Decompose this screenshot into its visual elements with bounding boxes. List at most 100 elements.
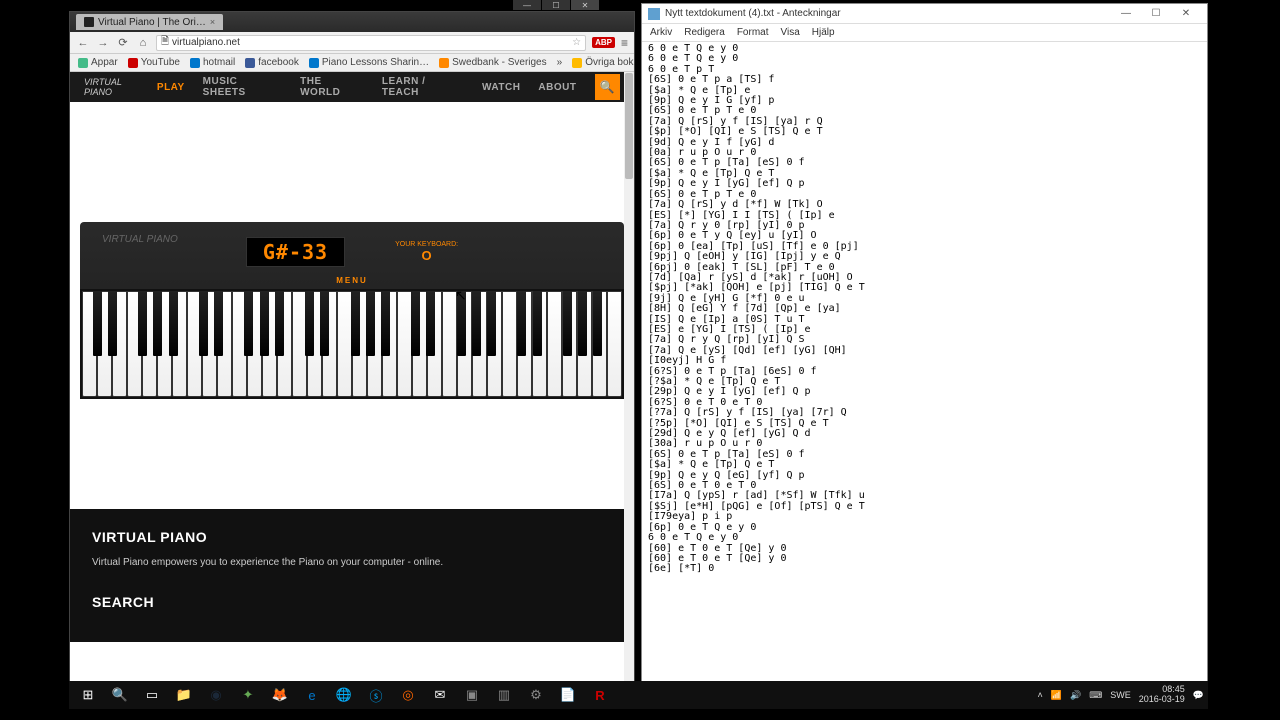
white-key[interactable] (502, 291, 517, 397)
menu-visa[interactable]: Visa (781, 27, 800, 38)
tray-clock[interactable]: 08:45 2016-03-19 (1139, 685, 1185, 705)
task-steam[interactable]: ◉ (201, 683, 231, 707)
nav-learn-teach[interactable]: LEARN / TEACH (382, 76, 464, 98)
white-key[interactable] (397, 291, 412, 397)
tab-close-icon[interactable]: × (210, 17, 215, 27)
black-key[interactable] (214, 291, 223, 356)
black-key[interactable] (426, 291, 435, 356)
tray-wifi-icon[interactable]: 📶 (1051, 690, 1062, 701)
black-key[interactable] (457, 291, 466, 356)
task-notepad[interactable]: 📄 (553, 683, 583, 707)
current-note: G#-33 (263, 240, 328, 264)
home-button[interactable]: ⌂ (136, 36, 150, 50)
notepad-body[interactable]: 6 0 e T Q e y 0 6 0 e T Q e y 0 6 0 e T … (642, 42, 1207, 690)
black-key[interactable] (260, 291, 269, 356)
menu-arkiv[interactable]: Arkiv (650, 27, 672, 38)
tray-keyboard-icon[interactable]: ⌨ (1089, 690, 1102, 701)
menu-hjalp[interactable]: Hjälp (812, 27, 835, 38)
task-settings[interactable]: ⚙ (521, 683, 551, 707)
forward-button[interactable]: → (96, 36, 110, 50)
task-explorer[interactable]: 📁 (169, 683, 199, 707)
reload-button[interactable]: ⟳ (116, 36, 130, 50)
bookmark-piano-lessons[interactable]: Piano Lessons Sharin… (309, 57, 429, 68)
black-key[interactable] (487, 291, 496, 356)
np-min-button[interactable]: — (1111, 5, 1141, 23)
black-key[interactable] (472, 291, 481, 356)
piano-menu-button[interactable]: MENU (80, 274, 624, 289)
site-logo[interactable]: VIRTUAL PIANO (84, 76, 139, 98)
white-key[interactable] (607, 291, 622, 397)
black-key[interactable] (381, 291, 390, 356)
task-edge[interactable]: e (297, 683, 327, 707)
task-roblox[interactable]: R (585, 683, 615, 707)
black-key[interactable] (351, 291, 360, 356)
bookmark-overflow[interactable]: » (557, 57, 563, 68)
black-key[interactable] (320, 291, 329, 356)
bookmark-swedbank[interactable]: Swedbank - Sveriges (439, 57, 547, 68)
white-key[interactable] (337, 291, 352, 397)
scrollbar-thumb[interactable] (625, 73, 633, 179)
black-key[interactable] (275, 291, 284, 356)
close-button[interactable]: ✕ (571, 0, 599, 10)
task-skype[interactable]: ⓢ (361, 683, 391, 707)
task-app2[interactable]: ◎ (393, 683, 423, 707)
black-key[interactable] (366, 291, 375, 356)
black-key[interactable] (153, 291, 162, 356)
bookmark-facebook[interactable]: facebook (245, 57, 299, 68)
black-key[interactable] (533, 291, 542, 356)
url-input[interactable]: 🗎 virtualpiano.net ☆ (156, 35, 586, 51)
task-app1[interactable]: ✦ (233, 683, 263, 707)
task-app3[interactable]: ▣ (457, 683, 487, 707)
black-key[interactable] (411, 291, 420, 356)
black-key[interactable] (93, 291, 102, 356)
nav-about[interactable]: ABOUT (538, 82, 576, 93)
search-button[interactable]: 🔍 (595, 74, 621, 100)
menu-icon[interactable]: ≡ (621, 36, 628, 50)
notifications-icon[interactable]: 💬 (1193, 690, 1204, 701)
bookmark-other[interactable]: Övriga bokmärken (572, 57, 634, 68)
white-key[interactable] (547, 291, 562, 397)
black-key[interactable] (169, 291, 178, 356)
menu-redigera[interactable]: Redigera (684, 27, 725, 38)
max-button[interactable]: ☐ (542, 0, 570, 10)
white-key[interactable] (442, 291, 457, 397)
start-button[interactable]: ⊞ (73, 683, 103, 707)
black-key[interactable] (305, 291, 314, 356)
np-max-button[interactable]: ☐ (1141, 5, 1171, 23)
black-key[interactable] (138, 291, 147, 356)
black-key[interactable] (593, 291, 602, 356)
black-key[interactable] (563, 291, 572, 356)
black-key[interactable] (199, 291, 208, 356)
black-key[interactable] (517, 291, 526, 356)
bookmark-hotmail[interactable]: hotmail (190, 57, 235, 68)
nav-the-world[interactable]: THE WORLD (300, 76, 364, 98)
abp-badge[interactable]: ABP (592, 37, 615, 48)
tray-lang[interactable]: SWE (1110, 690, 1131, 700)
star-icon[interactable]: ☆ (572, 37, 581, 48)
tray-chevron-icon[interactable]: ˄ (1038, 690, 1043, 700)
bookmark-youtube[interactable]: YouTube (128, 57, 180, 68)
nav-watch[interactable]: WATCH (482, 82, 520, 93)
nav-play[interactable]: PLAY (157, 82, 185, 93)
scrollbar[interactable] (624, 72, 634, 690)
footer-heading-2: SEARCH (92, 594, 612, 610)
min-button[interactable]: — (513, 0, 541, 10)
task-mail[interactable]: ✉ (425, 683, 455, 707)
menu-format[interactable]: Format (737, 27, 769, 38)
back-button[interactable]: ← (76, 36, 90, 50)
bookmark-appar[interactable]: Appar (78, 57, 118, 68)
task-app4[interactable]: ▥ (489, 683, 519, 707)
nav-music-sheets[interactable]: MUSIC SHEETS (203, 76, 282, 98)
task-chrome[interactable]: 🌐 (329, 683, 359, 707)
task-firefox[interactable]: 🦊 (265, 683, 295, 707)
black-key[interactable] (244, 291, 253, 356)
footer-heading-1: VIRTUAL PIANO (92, 529, 612, 545)
tray-volume-icon[interactable]: 🔊 (1070, 690, 1081, 701)
notepad-titlebar[interactable]: Nytt textdokument (4).txt - Anteckningar… (642, 4, 1207, 24)
black-key[interactable] (578, 291, 587, 356)
task-view[interactable]: ▭ (137, 683, 167, 707)
browser-tab[interactable]: Virtual Piano | The Ori… × (76, 14, 223, 30)
task-search[interactable]: 🔍 (105, 683, 135, 707)
np-close-button[interactable]: ✕ (1171, 5, 1201, 23)
black-key[interactable] (108, 291, 117, 356)
